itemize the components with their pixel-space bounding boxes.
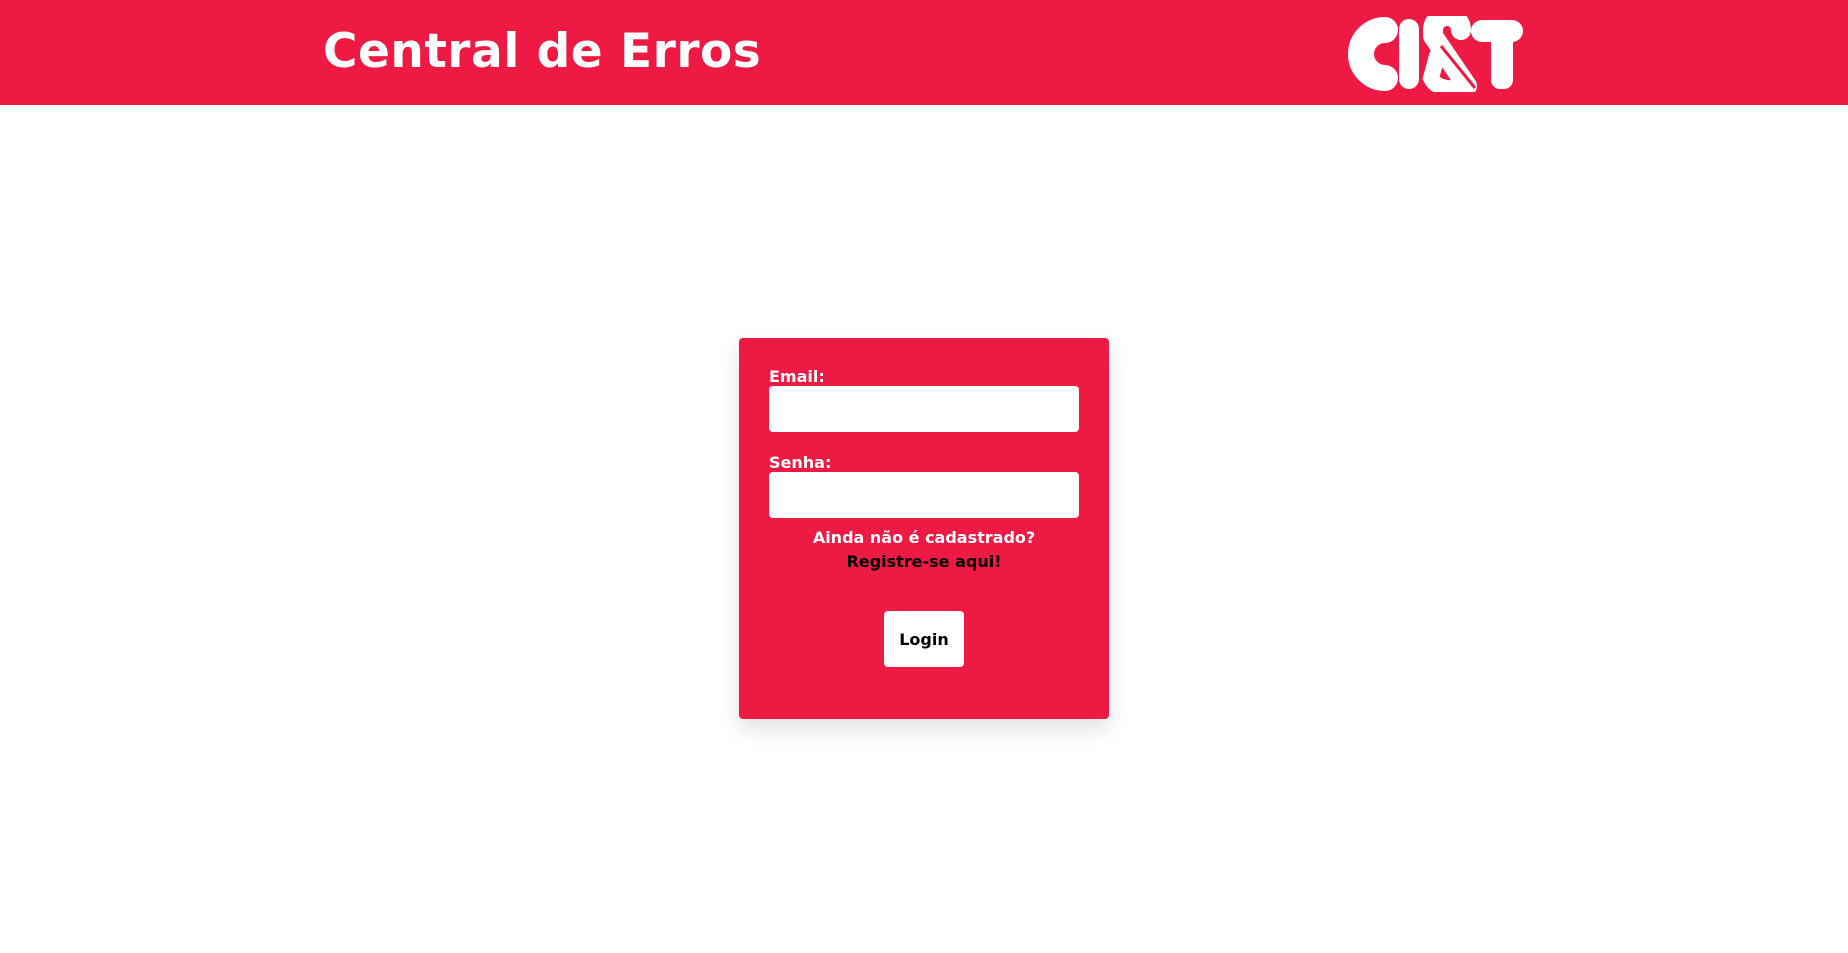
app-title: Central de Erros <box>323 24 762 79</box>
login-form: Email: Senha: Ainda não é cadastrado? Re… <box>739 338 1109 719</box>
password-field[interactable] <box>769 472 1079 518</box>
email-field[interactable] <box>769 386 1079 432</box>
company-logo <box>1348 16 1523 92</box>
top-header: Central de Erros <box>0 0 1848 105</box>
login-button[interactable]: Login <box>884 611 964 667</box>
password-label: Senha: <box>769 453 832 472</box>
register-link[interactable]: Registre-se aqui! <box>739 552 1109 572</box>
signup-question: Ainda não é cadastrado? <box>812 528 1036 547</box>
email-label: Email: <box>769 367 825 386</box>
